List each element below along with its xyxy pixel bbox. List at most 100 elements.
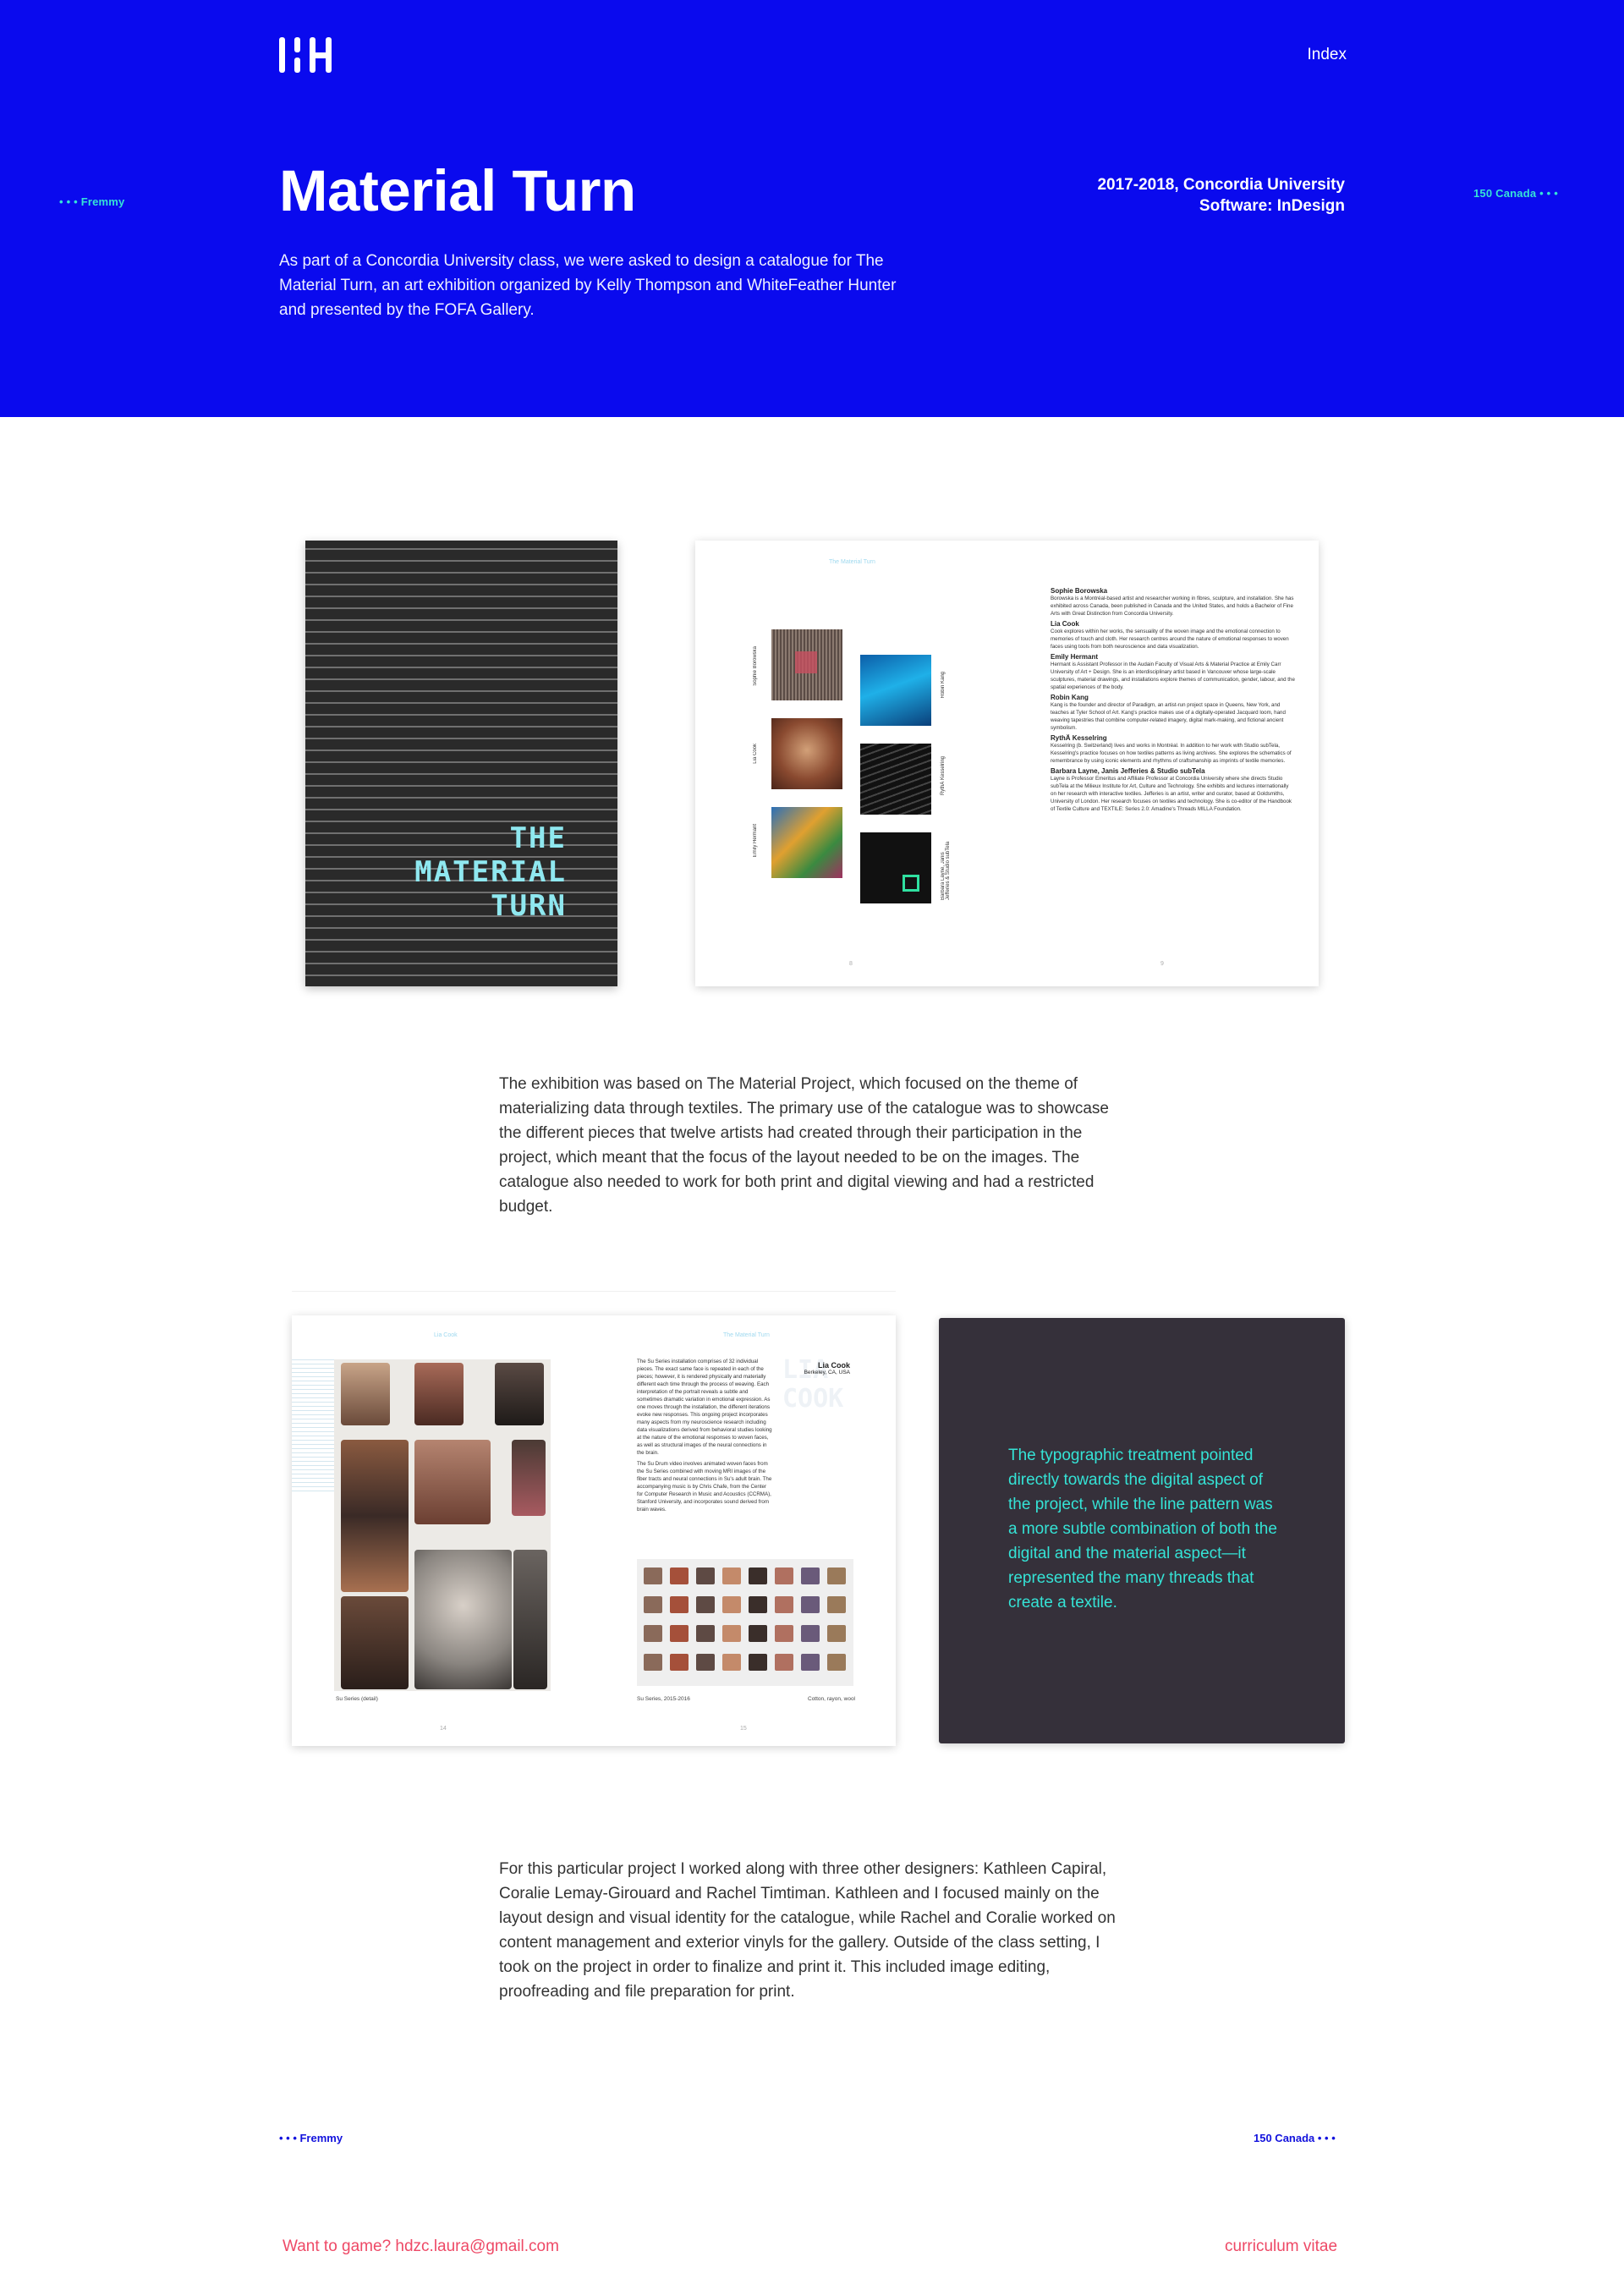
artist-bios: Sophie Borowska Borowska is a Montréal-b… (1051, 585, 1296, 813)
grid-thumbnail (722, 1625, 741, 1642)
bio-name: Robin Kang (1051, 694, 1089, 701)
project-meta: 2017-2018, Concordia University Software… (947, 174, 1345, 217)
contact-email-link[interactable]: Want to game? hdzc.laura@gmail.com (283, 2237, 559, 2256)
artwork-label: RythÄ Kesselring (941, 756, 946, 796)
bio-name: Sophie Borowska (1051, 587, 1108, 595)
quote-text: The typographic treatment pointed direct… (1008, 1447, 1277, 1611)
grid-thumbnail (749, 1568, 767, 1584)
hero-description: As part of a Concordia University class,… (279, 252, 897, 319)
running-head: The Material Turn (829, 559, 875, 565)
cover-title-line: THE (509, 821, 567, 855)
divider (292, 1291, 896, 1292)
bio-text: Borowska is a Montréal-based artist and … (1051, 596, 1294, 617)
logo-icon[interactable] (279, 34, 338, 76)
woven-face (414, 1550, 512, 1689)
project-year-school: 2017-2018, Concordia University (1097, 176, 1345, 194)
artwork-thumbnail (860, 655, 931, 726)
photo-caption: Su Series (detail) (336, 1696, 378, 1702)
woven-face (341, 1363, 390, 1425)
artwork-detail (903, 875, 919, 892)
grid-thumbnail (827, 1596, 846, 1613)
grid-thumbnail (644, 1596, 662, 1613)
grid-thumbnail (801, 1654, 820, 1671)
grid-thumbnail (749, 1625, 767, 1642)
artwork-label: Lia Cook (753, 744, 758, 764)
grid-thumbnail (644, 1568, 662, 1584)
grid-thumbnail (696, 1625, 715, 1642)
bio-name: Barbara Layne, Janis Jefferies & Studio … (1051, 767, 1205, 775)
grid-thumbnail (775, 1568, 793, 1584)
bio-name: Lia Cook (1051, 620, 1079, 628)
quote-card: The typographic treatment pointed direct… (939, 1318, 1345, 1743)
artist-text-paragraph: The Su Drum video involves animated wove… (637, 1461, 772, 1513)
artwork-label: Barbara Layne, Janis Jefferies & Studio … (941, 841, 951, 900)
collaboration-paragraph: For this particular project I worked alo… (499, 1860, 1116, 2001)
installation-grid-photo (637, 1559, 853, 1686)
installation-photo (334, 1359, 551, 1691)
bio-name: RythÄ Kesselring (1051, 734, 1107, 742)
woven-face (512, 1440, 546, 1516)
project-software: Software: InDesign (1199, 197, 1345, 215)
grid-thumbnail (644, 1625, 662, 1642)
grid-thumbnail (775, 1596, 793, 1613)
hero-banner: Index • • • Fremmy 150 Canada • • • Mate… (0, 0, 1624, 417)
woven-face (495, 1363, 544, 1425)
artwork-thumbnail (771, 629, 842, 700)
grid-thumbnail (749, 1596, 767, 1613)
grid-thumbnail (670, 1568, 689, 1584)
bio-text: Kesselring (b. Switzerland) lives and wo… (1051, 743, 1292, 764)
artist-location: Berkeley, CA, USA (804, 1370, 850, 1375)
grid-thumbnail (696, 1568, 715, 1584)
artwork-label: Emily Hermant (753, 824, 758, 858)
grid-thumbnail (801, 1596, 820, 1613)
woven-face (341, 1596, 409, 1689)
grid-thumbnail (696, 1596, 715, 1613)
grid-thumbnail (670, 1654, 689, 1671)
artist-heading: Lia Cook Berkeley, CA, USA (774, 1361, 850, 1375)
footer-tag-left: • • • Fremmy (279, 2132, 343, 2144)
artwork-thumbnail (860, 744, 931, 815)
grid-thumbnail (696, 1654, 715, 1671)
grid-thumbnail (827, 1654, 846, 1671)
side-tag-right: 150 Canada • • • (1473, 187, 1558, 200)
bio-text: Hermant is Assistant Professor in the Au… (1051, 662, 1295, 690)
bio-name: Emily Hermant (1051, 653, 1099, 661)
grid-thumbnail (801, 1568, 820, 1584)
woven-face (414, 1440, 491, 1524)
woven-face (341, 1440, 409, 1592)
grid-thumbnail (722, 1568, 741, 1584)
side-tag-left: • • • Fremmy (59, 195, 125, 208)
woven-face (513, 1550, 547, 1689)
photo-caption: Su Series, 2015-2016 (637, 1696, 690, 1702)
artwork-label: Sophie Borowska (753, 646, 758, 686)
artwork-label: Robin Kang (941, 672, 946, 699)
grid-thumbnail (827, 1625, 846, 1642)
catalogue-spread-lia-cook: Lia Cook The Material Turn Su Series (de… (292, 1315, 896, 1746)
catalogue-cover-image: THE MATERIAL TURN (305, 541, 617, 986)
grid-thumbnail (722, 1654, 741, 1671)
grid-thumbnail (749, 1654, 767, 1671)
footer-tag-right: 150 Canada • • • (1254, 2132, 1336, 2144)
artist-text: The Su Series installation comprises of … (637, 1358, 772, 1513)
artwork-thumbnail (771, 718, 842, 789)
grid-thumbnail (775, 1625, 793, 1642)
running-head: The Material Turn (723, 1332, 770, 1338)
nav-index-link[interactable]: Index (1269, 46, 1347, 64)
bio-text: Layne is Professor Emeritus and Affiliat… (1051, 776, 1292, 812)
cover-title: THE MATERIAL TURN (414, 821, 567, 923)
project-description-paragraph: The exhibition was based on The Material… (499, 1075, 1109, 1216)
page-number: 14 (440, 1726, 447, 1732)
grid-thumbnail (722, 1596, 741, 1613)
grid-thumbnail (644, 1654, 662, 1671)
cover-title-line: MATERIAL (414, 855, 567, 889)
page-number: 15 (740, 1726, 747, 1732)
page-number: 8 (849, 961, 853, 967)
grid-thumbnail (775, 1654, 793, 1671)
artwork-detail (795, 651, 817, 673)
page-number: 9 (1160, 961, 1164, 967)
artist-text-paragraph: The Su Series installation comprises of … (637, 1359, 772, 1456)
artwork-thumbnail (771, 807, 842, 878)
woven-face (414, 1363, 464, 1425)
cv-link[interactable]: curriculum vitae (1225, 2237, 1337, 2256)
grid-thumbnail (801, 1625, 820, 1642)
